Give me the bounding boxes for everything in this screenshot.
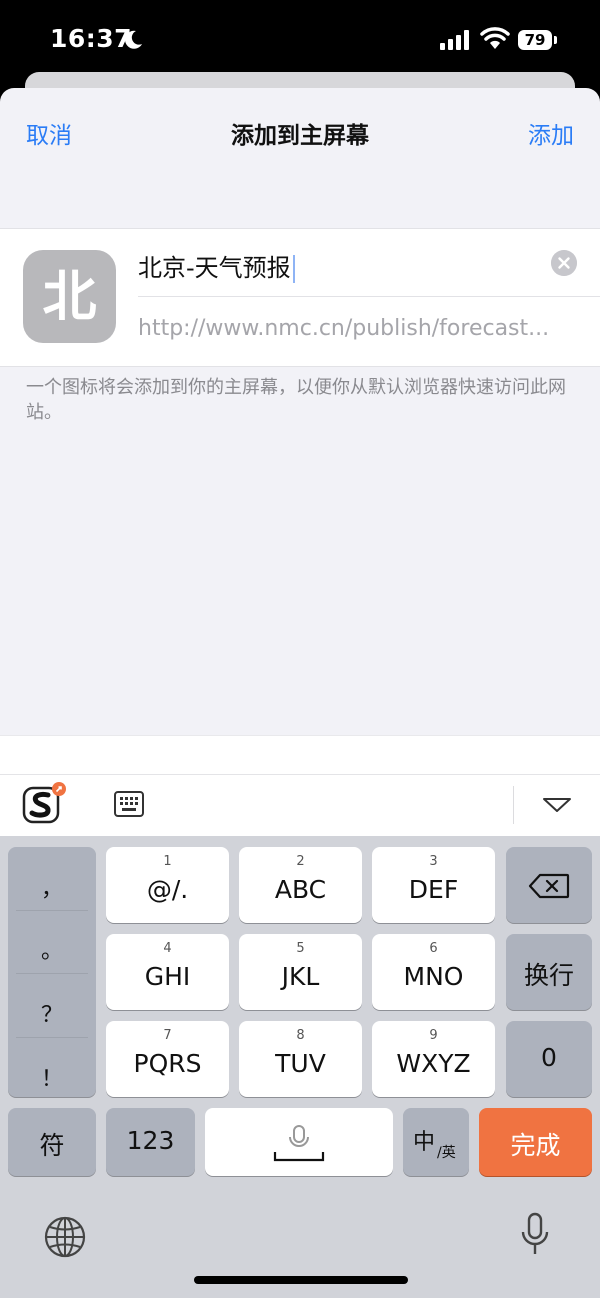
battery-indicator: 79 — [518, 30, 558, 50]
name-input-text: 北京-天气预报 — [138, 254, 291, 282]
globe-icon[interactable] — [44, 1216, 86, 1258]
name-input[interactable]: 北京-天气预报 — [138, 248, 538, 283]
punctuation-column[interactable]: ， 。 ？ ！ — [8, 847, 96, 1097]
punct-question[interactable]: ？ — [8, 997, 96, 1029]
key-4[interactable]: 4 GHI — [106, 934, 229, 1010]
done-key[interactable]: 完成 — [479, 1108, 592, 1176]
hint-text: 一个图标将会添加到你的主屏幕，以便你从默认浏览器快速访问此网站。 — [26, 377, 566, 423]
key-2[interactable]: 2 ABC — [239, 847, 362, 923]
battery-level: 79 — [524, 31, 546, 49]
punct-comma[interactable]: ， — [8, 871, 96, 903]
punct-exclaim[interactable]: ！ — [8, 1061, 96, 1093]
sogou-logo-icon[interactable] — [22, 780, 68, 826]
microphone-icon[interactable] — [520, 1212, 550, 1258]
moon-icon — [125, 30, 142, 49]
clear-text-icon[interactable] — [551, 250, 577, 276]
space-key[interactable] — [205, 1108, 393, 1176]
key-9[interactable]: 9 WXYZ — [372, 1021, 495, 1097]
backspace-key[interactable] — [506, 847, 592, 923]
url-text: http://www.nmc.cn/publish/forecast... — [138, 316, 550, 341]
key-0[interactable]: 0 — [506, 1021, 592, 1097]
keyboard-icon[interactable] — [114, 791, 144, 817]
toolbar-separator — [513, 786, 514, 824]
key-1[interactable]: 1 @/. — [106, 847, 229, 923]
home-indicator[interactable] — [194, 1276, 408, 1284]
add-button[interactable]: 添加 — [528, 116, 574, 150]
numbers-key[interactable]: 123 — [106, 1108, 195, 1176]
keyboard-spacer — [0, 735, 600, 776]
key-3[interactable]: 3 DEF — [372, 847, 495, 923]
return-key[interactable]: 换行 — [506, 934, 592, 1010]
dismiss-keyboard-icon[interactable] — [542, 796, 572, 814]
language-switch-key[interactable]: 中 /英 — [403, 1108, 469, 1176]
punct-period[interactable]: 。 — [8, 933, 96, 965]
text-caret — [292, 255, 295, 283]
cancel-button[interactable]: 取消 — [26, 116, 72, 150]
key-5[interactable]: 5 JKL — [239, 934, 362, 1010]
wifi-icon — [480, 27, 510, 49]
key-8[interactable]: 8 TUV — [239, 1021, 362, 1097]
cellular-signal-icon — [440, 30, 469, 50]
symbols-key[interactable]: 符 — [8, 1108, 96, 1176]
field-divider — [138, 296, 600, 297]
status-time: 16:37 — [50, 24, 133, 53]
voice-space-icon — [273, 1125, 325, 1162]
web-app-icon: 北 — [23, 250, 116, 343]
key-7[interactable]: 7 PQRS — [106, 1021, 229, 1097]
keyboard-toolbar — [0, 774, 600, 837]
key-6[interactable]: 6 MNO — [372, 934, 495, 1010]
backspace-icon — [528, 873, 570, 899]
